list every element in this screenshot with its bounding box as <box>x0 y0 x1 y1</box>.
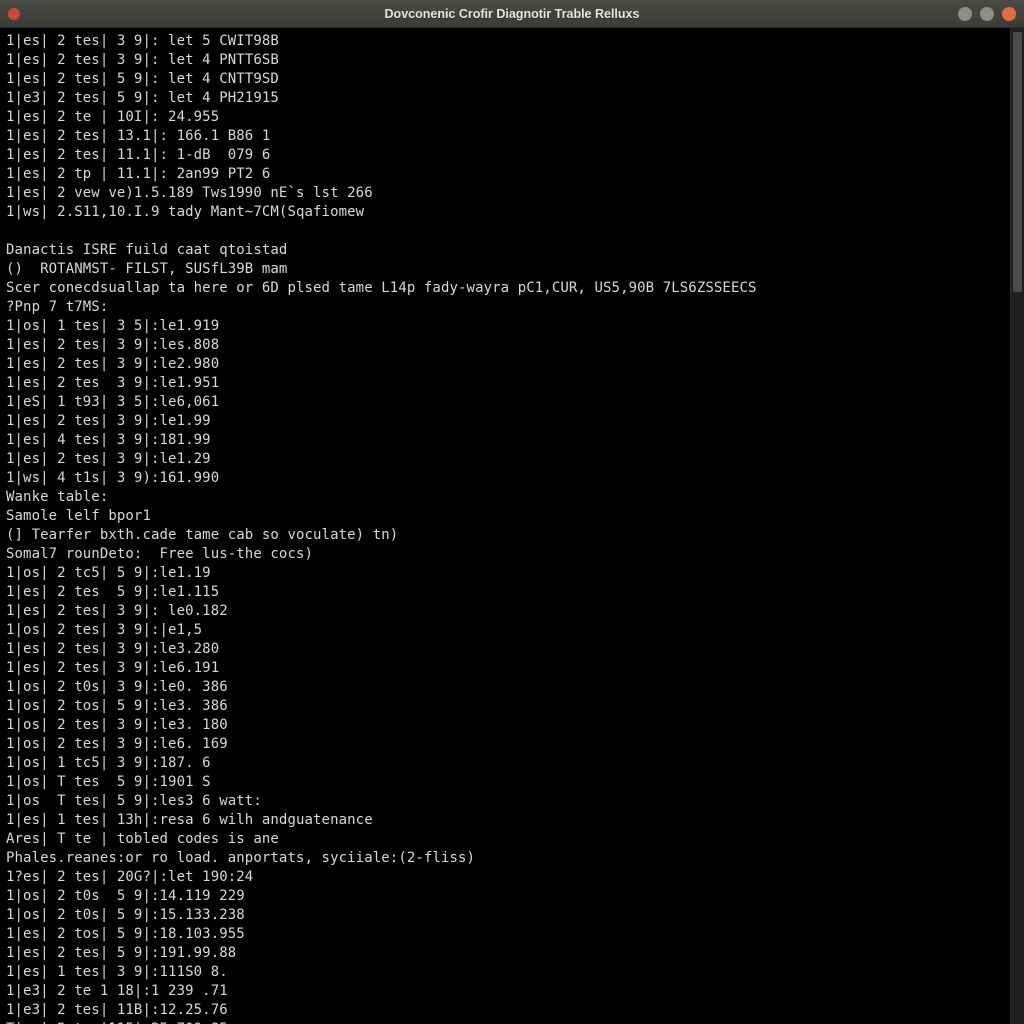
window-title: Dovconenic Crofir Diagnotir Trable Rellu… <box>385 7 640 21</box>
maximize-button[interactable] <box>980 7 994 21</box>
terminal-line: 1?es| 2 tes| 20G?|:let 190:24 <box>6 868 1004 887</box>
terminal-line: 1|es| 1 tes| 13h|:resa 6 wilh andguatena… <box>6 811 1004 830</box>
terminal-line: 1|os| 1 tes| 3 5|:le1.919 <box>6 317 1004 336</box>
app-indicator-icon <box>8 8 20 20</box>
terminal-line: 1|es| 2 tes| 3 9|:le6.191 <box>6 659 1004 678</box>
terminal-output[interactable]: 1|es| 2 tes| 3 9|: let 5 CWIT98B1|es| 2 … <box>0 28 1010 1024</box>
terminal-line: Samole lelf bpor1 <box>6 507 1004 526</box>
terminal-line: Scer conecdsuallap ta here or 6D plsed t… <box>6 279 1004 298</box>
terminal-line: 1|es| 2 tes| 5 9|: let 4 CNTT9SD <box>6 70 1004 89</box>
terminal-line: Wanke table: <box>6 488 1004 507</box>
terminal-line: 1|e3| 2 tes| 11B|:12.25.76 <box>6 1001 1004 1020</box>
scrollbar-thumb[interactable] <box>1013 32 1022 292</box>
minimize-button[interactable] <box>958 7 972 21</box>
terminal-line: 1|es| 2 te | 10I|: 24.955 <box>6 108 1004 127</box>
terminal-line: 1|os| 2 t0s| 5 9|:15.133.238 <box>6 906 1004 925</box>
terminal-line: 1|es| 2 tes 3 9|:le1.951 <box>6 374 1004 393</box>
terminal-line: 1|es| 2 tp | 11.1|: 2an99 PT2 6 <box>6 165 1004 184</box>
terminal-line: 1|os| 2 t0s| 3 9|:le0. 386 <box>6 678 1004 697</box>
terminal-line: 1|es| 2 tes| 3 9|:le2.980 <box>6 355 1004 374</box>
terminal-line: 1|os T tes| 5 9|:les3 6 watt: <box>6 792 1004 811</box>
terminal-line: 1|es| 1 tes| 3 9|:111S0 8. <box>6 963 1004 982</box>
terminal-line: 1|os| 1 tc5| 3 9|:187. 6 <box>6 754 1004 773</box>
terminal-line: 1|es| 2 tos| 5 9|:18.103.955 <box>6 925 1004 944</box>
terminal-line: 1|e3| 2 te 1 18|:1 239 .71 <box>6 982 1004 1001</box>
terminal-line: 1|es| 2 tes 5 9|:le1.115 <box>6 583 1004 602</box>
terminal-line: Ares| T te | tobled codes is ane <box>6 830 1004 849</box>
window-controls <box>958 7 1016 21</box>
terminal-line: 1|es| 2 vew ve)1.5.189 Tws1990 nE`s lst … <box>6 184 1004 203</box>
terminal-line: 1|os| 2 t0s 5 9|:14.119 229 <box>6 887 1004 906</box>
terminal-line: 1|ws| 2.S11,10.I.9 tady Mant~7CM(Sqafiom… <box>6 203 1004 222</box>
terminal-line: 1|es| 2 tes| 3 9|: let 4 PNTT6SB <box>6 51 1004 70</box>
terminal-line: 1|es| 2 tes| 3 9|:le1.99 <box>6 412 1004 431</box>
terminal-line: 1|os| 2 tos| 5 9|:le3. 386 <box>6 697 1004 716</box>
terminal-line: 1|os| 2 tes| 3 9|:le3. 180 <box>6 716 1004 735</box>
terminal-line: 1|eS| 1 t93| 3 5|:le6,061 <box>6 393 1004 412</box>
terminal-line: () ROTANMST- FILST, SUSfL39B mam <box>6 260 1004 279</box>
terminal-line: 1|os| 2 tc5| 5 9|:le1.19 <box>6 564 1004 583</box>
terminal-line: 1|e3| 2 tes| 5 9|: let 4 PH21915 <box>6 89 1004 108</box>
terminal-line: 1|os| 2 tes| 3 9|:|e1,5 <box>6 621 1004 640</box>
terminal-line: Somal7 rounDeto: Free lus-the cocs) <box>6 545 1004 564</box>
terminal-line: 1|es| 4 tes| 3 9|:181.99 <box>6 431 1004 450</box>
terminal-line: Danactis ISRE fuild caat qtoistad <box>6 241 1004 260</box>
scrollbar[interactable] <box>1010 28 1024 1024</box>
terminal-line: 1|es| 2 tes| 3 9|: le0.182 <box>6 602 1004 621</box>
terminal-line: Phales.reanes:or ro load. anportats, syc… <box>6 849 1004 868</box>
terminal-line: 1|es| 2 tes| 3 9|:les.808 <box>6 336 1004 355</box>
titlebar[interactable]: Dovconenic Crofir Diagnotir Trable Rellu… <box>0 0 1024 28</box>
terminal-line: (] Tearfer bxth.cade tame cab so voculat… <box>6 526 1004 545</box>
terminal-line: 1|es| 2 tes| 13.1|: 166.1 B86 1 <box>6 127 1004 146</box>
terminal-line: 1|os| T tes 5 9|:1901 S <box>6 773 1004 792</box>
terminal-line: 1|es| 2 tes| 3 9|:le3.280 <box>6 640 1004 659</box>
app-window: Dovconenic Crofir Diagnotir Trable Rellu… <box>0 0 1024 1024</box>
close-button[interactable] <box>1002 7 1016 21</box>
terminal-line: 1|es| 2 tes| 3 9|:le1.29 <box>6 450 1004 469</box>
terminal-area: 1|es| 2 tes| 3 9|: let 5 CWIT98B1|es| 2 … <box>0 28 1024 1024</box>
terminal-line <box>6 222 1004 241</box>
terminal-line: ?Pnp 7 t7MS: <box>6 298 1004 317</box>
terminal-line: 1|es| 2 tes| 11.1|: 1-dB 079 6 <box>6 146 1004 165</box>
terminal-line: 1|os| 2 tes| 3 9|:le6. 169 <box>6 735 1004 754</box>
terminal-line: T|es| 2 tes|115|:25 709.85 <box>6 1020 1004 1024</box>
terminal-line: 1|es| 2 tes| 5 9|:191.99.88 <box>6 944 1004 963</box>
terminal-line: 1|ws| 4 t1s| 3 9):161.990 <box>6 469 1004 488</box>
terminal-line: 1|es| 2 tes| 3 9|: let 5 CWIT98B <box>6 32 1004 51</box>
